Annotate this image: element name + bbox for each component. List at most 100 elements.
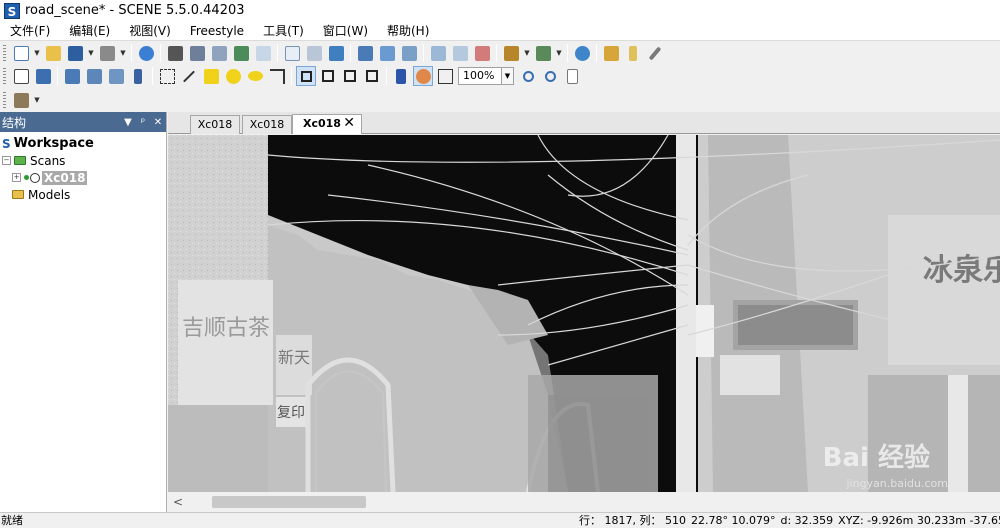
circle-button[interactable] [223,66,243,86]
scroll-left-icon[interactable]: < [171,495,185,509]
tab-close-icon[interactable]: ✕ [343,115,355,132]
view-split-button[interactable] [318,66,338,86]
tree-item-scan[interactable]: + Xc018 [0,169,166,186]
horizontal-scrollbar[interactable]: < [168,492,1000,512]
panel-close-icon[interactable]: ✕ [151,117,165,128]
fill-button[interactable] [413,66,433,86]
scene-logo-icon: S [4,2,20,19]
menu-tools[interactable]: 工具(T) [253,21,313,41]
cut-icon [396,68,406,84]
line-button[interactable] [179,66,199,86]
tree-item-models[interactable]: Models [0,186,166,203]
camera-dropdown-button[interactable]: ▼ [555,43,563,63]
toolbar-separator [596,44,597,62]
image-button[interactable] [253,43,273,63]
measure-button[interactable] [645,43,665,63]
cloud-button[interactable] [304,43,324,63]
corner-button[interactable] [267,66,287,86]
scroll-thumb[interactable] [212,496,366,508]
new-project-button[interactable] [11,43,31,63]
ruler-button[interactable] [623,43,643,63]
cluster-icon [35,68,51,84]
collapse-icon[interactable]: − [2,156,11,165]
camera-button[interactable] [533,43,553,63]
cloud-delete-button[interactable] [472,43,492,63]
3d-view-button[interactable] [187,43,207,63]
panorama-button[interactable] [501,43,521,63]
zoom-in-button[interactable] [540,66,560,86]
tab-xc018-active[interactable]: Xc018 ✕ [292,114,362,134]
tab-xc018-1[interactable]: Xc018 [190,115,240,134]
scan-viewport[interactable]: 吉顺古茶 新天 复印 冰泉乐 Bai 经验 jingyan.baidu.com [168,135,1000,492]
cluster-button[interactable] [33,66,53,86]
menu-view[interactable]: 视图(V) [119,21,180,41]
open-button[interactable] [43,43,63,63]
paint-button[interactable] [128,66,148,86]
image-icon [255,45,271,61]
globe-button[interactable] [572,43,592,63]
polygon-button[interactable] [201,66,221,86]
view-overlap-button[interactable] [340,66,360,86]
print-button[interactable] [97,43,117,63]
zoom-dropdown-button[interactable]: ▼ [502,67,514,85]
rotate-button[interactable] [62,66,82,86]
cloud-upload-button[interactable] [428,43,448,63]
zoom-level-input[interactable]: 100% [458,67,502,85]
scanner-icon [167,45,183,61]
fit-button[interactable] [435,66,455,86]
select-button[interactable] [11,66,31,86]
cut-button[interactable] [391,66,411,86]
rect-select-button[interactable] [157,66,177,86]
scanner-button[interactable] [165,43,185,63]
panel-pin-icon[interactable]: ᵖ [136,117,150,128]
tree-item-scans[interactable]: − Scans [0,152,166,169]
export-icon [379,45,395,61]
toolbar-grip[interactable] [3,68,6,84]
zoom-out-button[interactable] [518,66,538,86]
home-button[interactable] [231,43,251,63]
snapshot-button[interactable] [84,66,104,86]
menu-window[interactable]: 窗口(W) [313,21,377,41]
help-button[interactable] [136,43,156,63]
table-icon [357,45,373,61]
save-button[interactable] [65,43,85,63]
copy-button[interactable] [282,43,302,63]
scale-icon [603,45,619,61]
import-button[interactable] [326,43,346,63]
panel-menu-icon[interactable]: ▼ [121,117,135,128]
toolbar-grip[interactable] [3,45,6,61]
save-icon [67,45,83,61]
tree-item-workspace[interactable]: S Workspace [0,135,166,152]
menu-freestyle[interactable]: Freestyle [180,21,253,41]
scanner-settings-button[interactable] [11,90,31,110]
view-stack-button[interactable] [362,66,382,86]
cloud-sync-button[interactable] [450,43,470,63]
table-button[interactable] [355,43,375,63]
document-button[interactable] [562,66,582,86]
ellipse-button[interactable] [245,66,265,86]
scale-button[interactable] [601,43,621,63]
planar-view-button[interactable] [209,43,229,63]
corner-icon [269,68,285,84]
new-dropdown-button[interactable]: ▼ [33,43,41,63]
toolbar-separator [567,44,568,62]
menu-file[interactable]: 文件(F) [0,21,59,41]
menu-help[interactable]: 帮助(H) [377,21,438,41]
3d-view-icon [189,45,205,61]
panorama-dropdown-button[interactable]: ▼ [523,43,531,63]
scanner-settings-dropdown-button[interactable]: ▼ [33,90,41,110]
view-single-button[interactable] [296,66,316,86]
save-dropdown-button[interactable]: ▼ [87,43,95,63]
status-angles: 22.78° 10.079° [690,514,776,527]
zoom-out-icon [522,70,534,82]
print-dropdown-button[interactable]: ▼ [119,43,127,63]
new-project-icon [13,45,29,61]
expand-icon[interactable]: + [12,173,21,182]
layer-button[interactable] [106,66,126,86]
menu-edit[interactable]: 编辑(E) [59,21,119,41]
view-tab-strip: Xc018 Xc018 Xc018 ✕ [168,112,1000,134]
export-button[interactable] [377,43,397,63]
toolbar-grip[interactable] [3,92,6,108]
tab-xc018-2[interactable]: Xc018 [242,115,292,134]
report-button[interactable] [399,43,419,63]
